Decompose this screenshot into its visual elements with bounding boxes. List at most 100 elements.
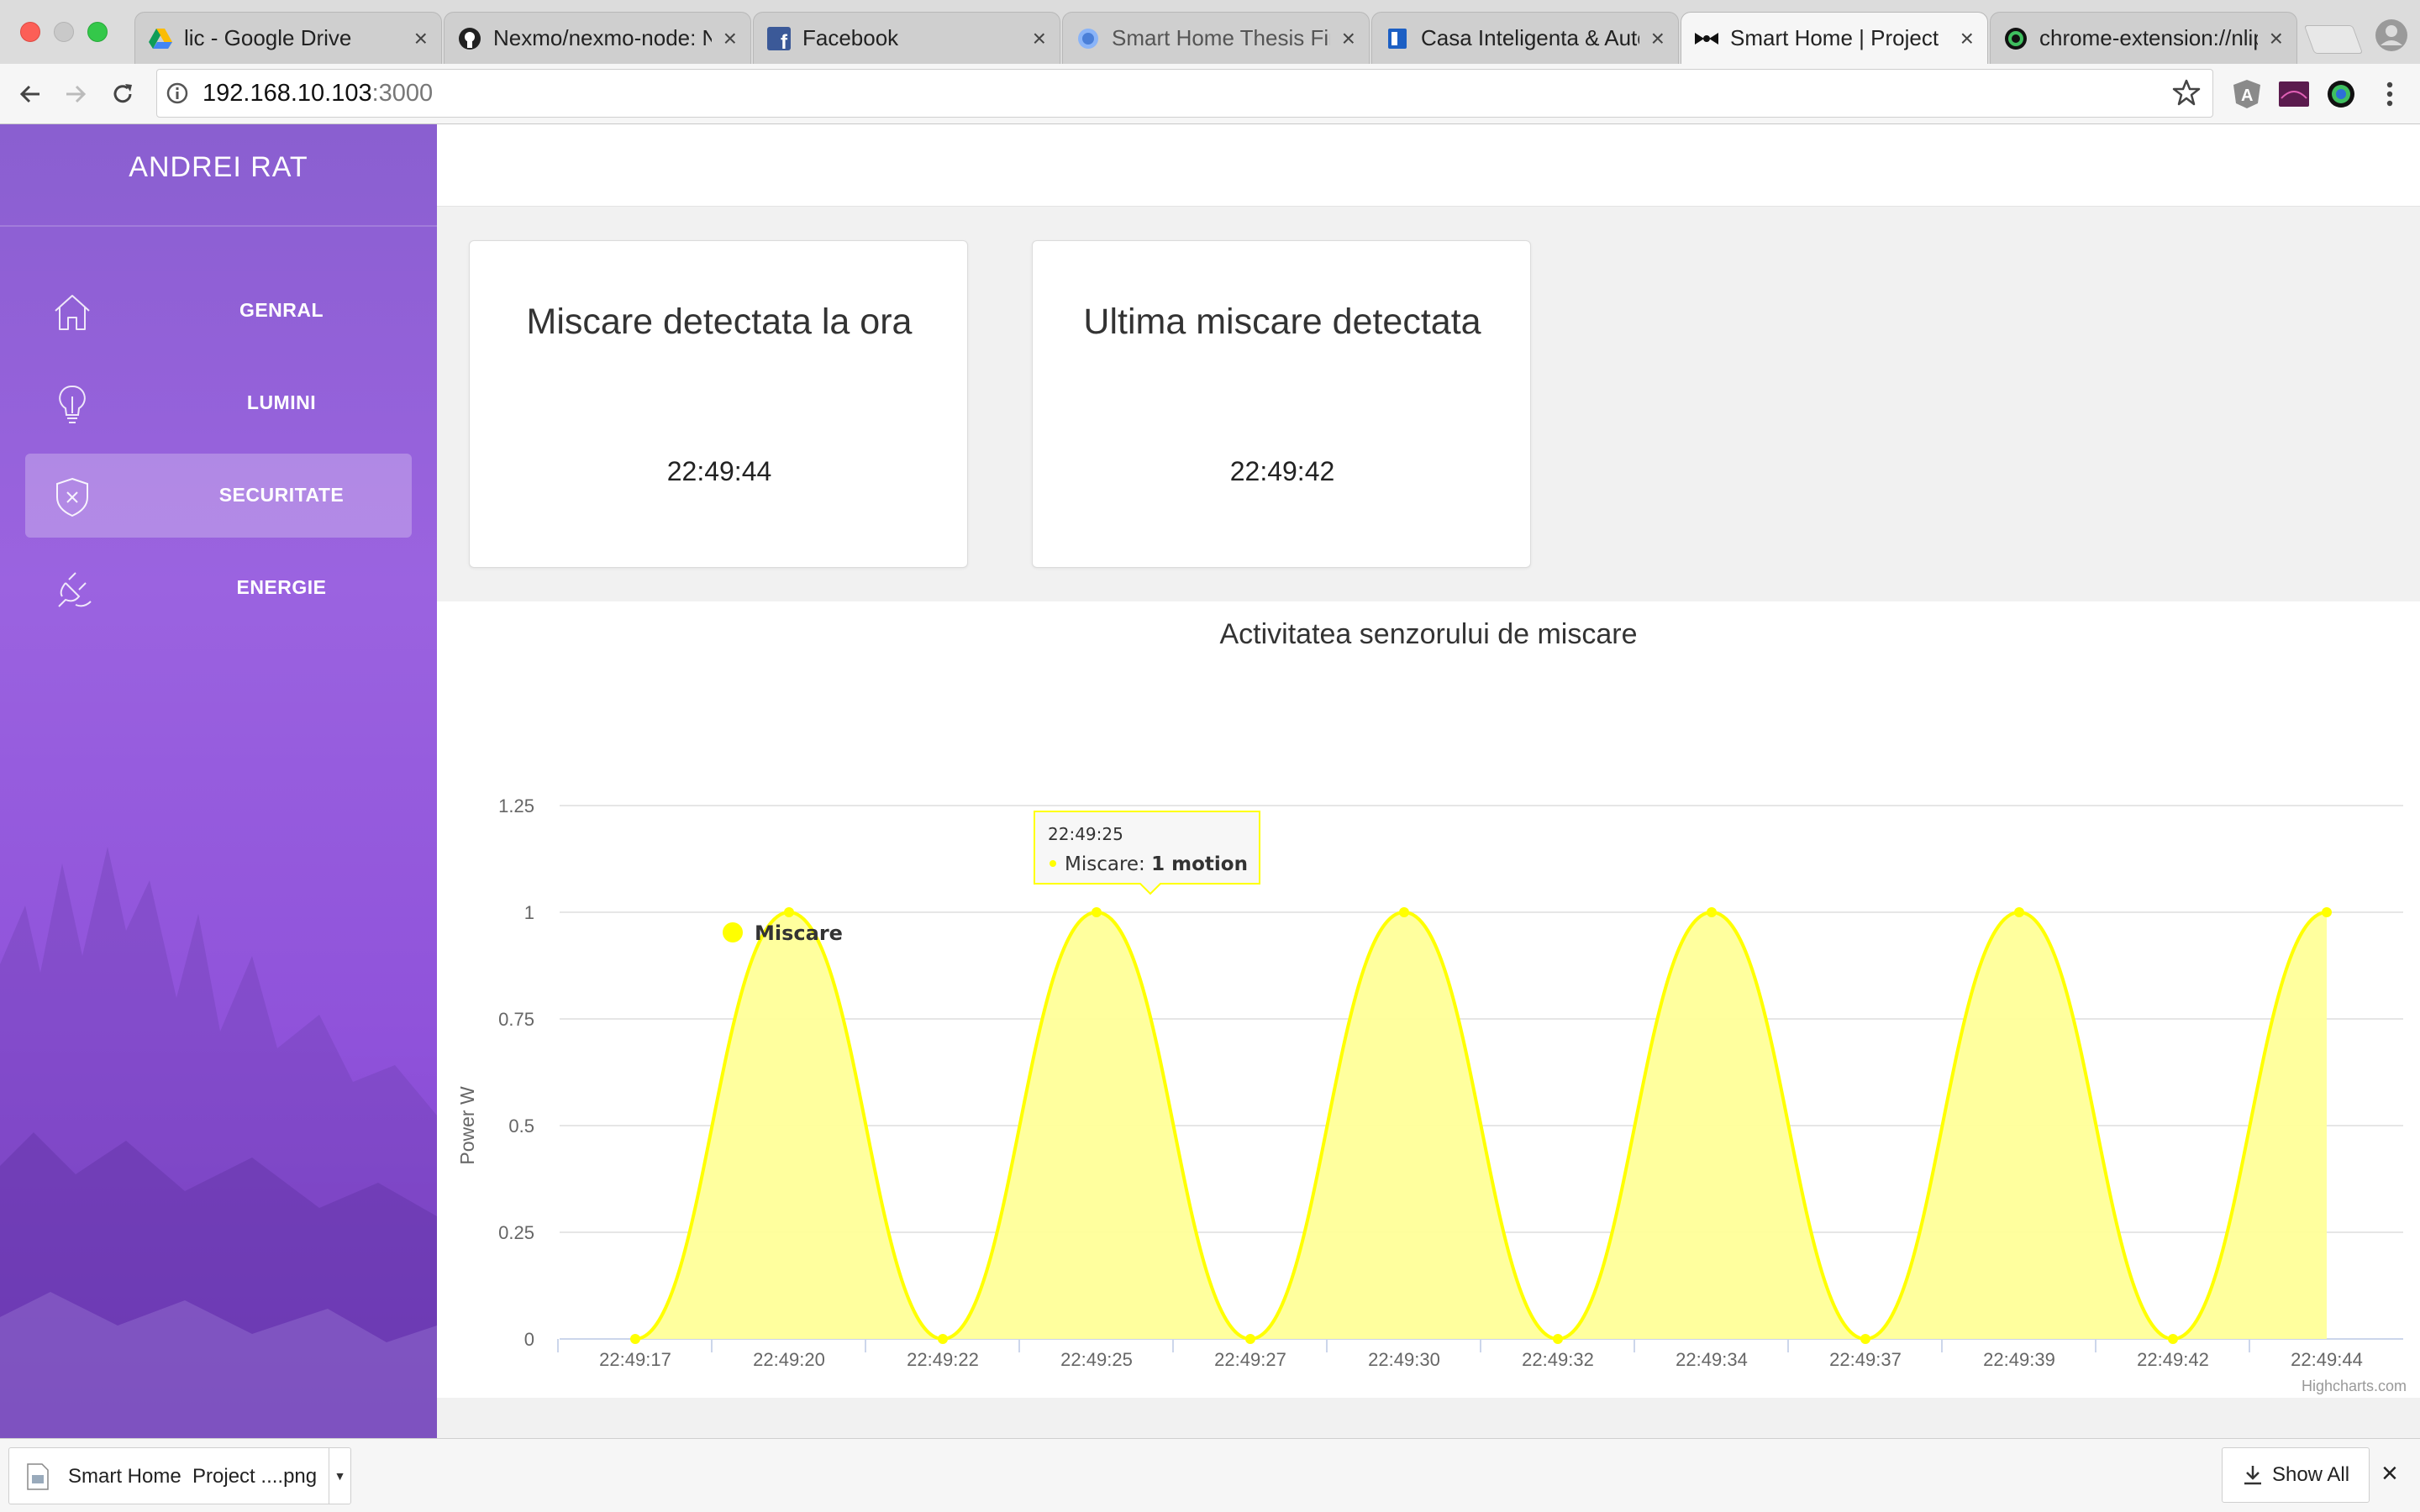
tab-title: Nexmo/nexmo-node: N	[493, 25, 712, 50]
reload-button[interactable]	[104, 76, 141, 113]
minimize-window-button[interactable]	[54, 22, 74, 42]
color-extension-icon[interactable]	[2323, 76, 2360, 113]
angular-extension-icon[interactable]: A	[2228, 76, 2265, 113]
data-point	[784, 907, 794, 917]
card-value: 22:49:42	[1229, 456, 1335, 486]
facebook-icon: f	[767, 26, 791, 50]
sidebar-item-energie[interactable]: ENERGIE	[25, 546, 412, 630]
docs-icon	[1076, 27, 1100, 50]
y-tick-label: 0.5	[508, 1116, 534, 1137]
home-icon	[55, 295, 90, 330]
extension-icon	[2004, 27, 2028, 50]
info-icon[interactable]	[166, 81, 189, 109]
menu-kebab-icon[interactable]	[2371, 76, 2408, 113]
sidebar-item-label: ENERGIE	[236, 576, 327, 598]
download-shelf: Smart Home Project ....png ▼ Show All ×	[0, 1438, 2420, 1512]
x-tick-label: 22:49:20	[753, 1349, 825, 1370]
sidebar-divider	[0, 225, 437, 227]
svg-text:A: A	[2241, 87, 2253, 105]
top-bar	[437, 124, 2420, 207]
y-tick-label: 0.25	[498, 1222, 534, 1243]
url-port: :3000	[371, 80, 434, 107]
sidebar-item-label: GENRAL	[239, 299, 324, 321]
tab-thesis[interactable]: Smart Home Thesis Fin ×	[1062, 12, 1370, 64]
shield-icon	[56, 477, 88, 517]
url-text[interactable]: 192.168.10.103:3000	[203, 80, 433, 108]
x-tick-label: 22:49:42	[2137, 1349, 2209, 1370]
data-point	[1707, 907, 1717, 917]
x-tick-label: 22:49:17	[599, 1349, 671, 1370]
last-motion-card: Ultima miscare detectata 22:49:42	[1032, 240, 1531, 568]
sidebar: ANDREI RAT GENRAL LUMINI SECURITATE ENER…	[0, 124, 437, 1438]
svg-text:f: f	[781, 31, 788, 50]
google-drive-icon	[149, 27, 172, 50]
tab-extension[interactable]: chrome-extension://nlip ×	[1990, 12, 2297, 64]
tooltip-time: 22:49:25	[1048, 824, 1123, 844]
tooltip-series: Miscare:	[1065, 853, 1151, 875]
back-arrow-icon	[19, 85, 39, 103]
show-all-label: Show All	[2271, 1463, 2350, 1486]
download-file-name: Smart Home Project ....png	[68, 1465, 318, 1488]
tab-smart-home[interactable]: Smart Home | Project ×	[1681, 12, 1988, 64]
download-icon	[2244, 1466, 2261, 1485]
tab-title: lic - Google Drive	[184, 25, 352, 50]
forward-button[interactable]	[57, 76, 94, 113]
motion-chart: Activitatea senzorului de miscare 0 0.25 0.…	[456, 618, 2407, 1394]
tooltip-text: Miscare: 1 motion	[1065, 853, 1248, 875]
data-point	[2168, 1334, 2178, 1344]
tab-close-icon[interactable]: ×	[1033, 25, 1046, 52]
tab-title: Casa Inteligenta & Autc	[1421, 25, 1639, 50]
tab-close-icon[interactable]: ×	[1960, 25, 1974, 52]
card-value: 22:49:44	[666, 456, 772, 486]
bowtie-icon	[1695, 27, 1718, 50]
motion-detected-card: Miscare detectata la ora 22:49:44	[469, 240, 968, 568]
x-tick-label: 22:49:30	[1368, 1349, 1440, 1370]
profile-icon[interactable]	[2375, 18, 2408, 52]
x-tick-label: 22:49:32	[1522, 1349, 1594, 1370]
sidebar-item-lumini[interactable]: LUMINI	[25, 361, 412, 445]
sidebar-item-general[interactable]: GENRAL	[25, 269, 412, 353]
tab-casa[interactable]: Casa Inteligenta & Autc ×	[1371, 12, 1679, 64]
user-name: ANDREI RAT	[129, 151, 308, 183]
tab-facebook[interactable]: f Facebook ×	[753, 12, 1060, 64]
github-icon	[458, 27, 481, 50]
x-tick-label: 22:49:34	[1676, 1349, 1748, 1370]
bookmark-star-icon[interactable]	[2172, 78, 2201, 111]
tab-github[interactable]: Nexmo/nexmo-node: N ×	[444, 12, 751, 64]
back-button[interactable]	[12, 76, 49, 113]
file-icon	[27, 1463, 49, 1490]
tab-google-drive[interactable]: lic - Google Drive ×	[134, 12, 442, 64]
motion-chart-panel: Activitatea senzorului de miscare 0 0.25 0.…	[437, 601, 2420, 1398]
x-tick-label: 22:49:22	[907, 1349, 979, 1370]
close-shelf-icon[interactable]: ×	[2381, 1457, 2398, 1490]
image-extension-icon[interactable]	[2275, 76, 2312, 113]
forward-arrow-icon	[66, 85, 87, 103]
reload-icon	[113, 84, 132, 103]
tab-close-icon[interactable]: ×	[414, 25, 428, 52]
tooltip-marker	[1050, 860, 1056, 867]
x-tick-label: 22:49:39	[1983, 1349, 2055, 1370]
address-bar[interactable]: 192.168.10.103:3000	[156, 69, 2213, 118]
data-point	[1553, 1334, 1563, 1344]
sidebar-item-securitate[interactable]: SECURITATE	[25, 454, 412, 538]
x-tick-label: 22:49:25	[1060, 1349, 1133, 1370]
tab-title: Smart Home | Project	[1730, 25, 1939, 50]
caret-down-icon: ▼	[334, 1469, 346, 1483]
tab-close-icon[interactable]: ×	[1651, 25, 1665, 52]
download-item[interactable]: Smart Home Project ....png ▼	[8, 1447, 351, 1504]
new-tab-button[interactable]	[2303, 25, 2364, 54]
trello-icon	[1386, 27, 1409, 50]
show-all-button[interactable]: Show All	[2222, 1447, 2370, 1503]
data-point	[630, 1334, 640, 1344]
data-point	[1092, 907, 1102, 917]
data-point	[938, 1334, 948, 1344]
x-tick-label: 22:49:27	[1214, 1349, 1286, 1370]
download-options-button[interactable]: ▼	[329, 1448, 350, 1504]
maximize-window-button[interactable]	[87, 22, 108, 42]
plug-icon	[58, 572, 92, 607]
tab-close-icon[interactable]: ×	[2270, 25, 2283, 52]
close-window-button[interactable]	[20, 22, 40, 42]
tab-close-icon[interactable]: ×	[723, 25, 737, 52]
tab-close-icon[interactable]: ×	[1342, 25, 1355, 52]
sidebar-item-label: SECURITATE	[218, 484, 345, 506]
